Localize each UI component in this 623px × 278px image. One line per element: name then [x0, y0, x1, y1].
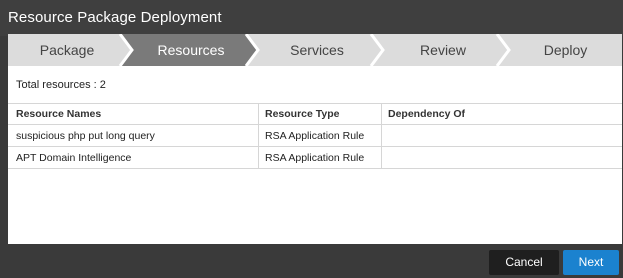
total-resources-count: Total resources : 2 — [16, 79, 106, 91]
resource-package-dialog: Resource Package Deployment Package Reso… — [0, 0, 623, 278]
table-row-divider — [8, 146, 622, 147]
resource-type-cell: RSA Application Rule — [265, 130, 365, 142]
wizard-step-package[interactable]: Package — [8, 34, 126, 66]
wizard-step-deploy[interactable]: Deploy — [509, 34, 622, 66]
table-column-divider — [258, 103, 259, 168]
wizard-step-resources[interactable]: Resources — [132, 34, 250, 66]
table-column-divider — [381, 103, 382, 168]
wizard-step-review[interactable]: Review — [383, 34, 503, 66]
wizard-step-label: Services — [290, 42, 344, 58]
table-row-divider — [8, 168, 622, 169]
table-header-bottom-border — [8, 124, 622, 125]
wizard-step-label: Deploy — [543, 42, 588, 58]
wizard-step-label: Review — [420, 42, 466, 58]
cancel-button[interactable]: Cancel — [489, 250, 559, 275]
wizard-step-services[interactable]: Services — [258, 34, 376, 66]
dialog-title: Resource Package Deployment — [8, 9, 222, 26]
title-bar: Resource Package Deployment — [0, 0, 623, 36]
wizard-step-label: Resources — [157, 42, 225, 58]
next-button[interactable]: Next — [563, 250, 619, 275]
resource-type-cell: RSA Application Rule — [265, 152, 365, 164]
resource-name-cell: suspicious php put long query — [16, 130, 155, 142]
table-header-top-border — [8, 103, 622, 104]
column-header-resource-type[interactable]: Resource Type — [265, 108, 340, 120]
resource-name-cell: APT Domain Intelligence — [16, 152, 132, 164]
column-header-dependency-of[interactable]: Dependency Of — [388, 108, 465, 120]
wizard-steps: Package Resources Services Review Deploy — [8, 34, 622, 66]
column-header-resource-names[interactable]: Resource Names — [16, 108, 101, 120]
wizard-step-label: Package — [39, 42, 95, 58]
